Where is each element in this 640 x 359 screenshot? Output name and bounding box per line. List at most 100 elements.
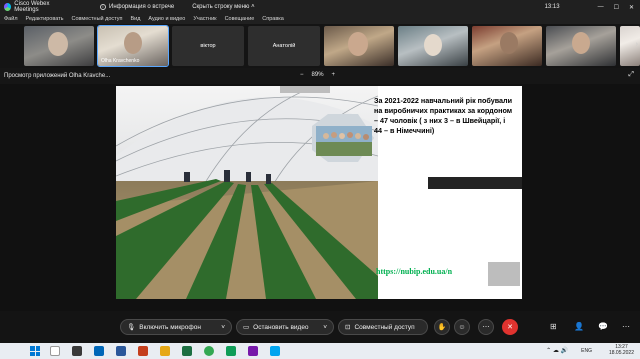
search-icon[interactable] [50, 346, 60, 356]
menu-file[interactable]: Файл [4, 16, 18, 22]
participant-tile[interactable]: віктор [172, 26, 244, 66]
presentation-slide: За 2021-2022 навчальний рік побували на … [116, 86, 522, 299]
menu-audio-video[interactable]: Аудио и видео [148, 16, 185, 22]
participant-strip: Olha Kravchenko віктор Анатолій › [0, 24, 640, 68]
window-controls: — ☐ ✕ [598, 4, 634, 11]
menu-help[interactable]: Справка [262, 16, 284, 22]
participant-name: Olha Kravchenko [101, 58, 140, 64]
more-options-button[interactable]: ⋯ [478, 319, 494, 335]
edge-icon[interactable] [94, 346, 104, 356]
close-icon[interactable]: ✕ [629, 4, 634, 11]
menu-view[interactable]: Вид [130, 16, 140, 22]
language-indicator[interactable]: ENG [581, 348, 592, 354]
participant-name: віктор [200, 43, 216, 49]
chevron-down-icon: ˅ [221, 323, 225, 331]
system-clock[interactable]: 13:27 18.05.2022 [609, 344, 634, 356]
hand-icon: ✋ [437, 324, 447, 331]
group-photo [316, 126, 372, 156]
webex-logo-icon [4, 3, 12, 11]
shared-content-area: За 2021-2022 навчальний рік побували на … [0, 84, 640, 311]
chat-icon[interactable]: 💬 [598, 322, 608, 331]
meeting-clock: 13:13 [544, 4, 560, 10]
fullscreen-icon[interactable]: ⤢ [628, 71, 634, 79]
info-icon: i [100, 4, 106, 10]
share-view-bar: Просмотр приложений Olha Kravche... − 89… [0, 68, 640, 84]
participant-video[interactable]: Olha Kravchenko [97, 25, 169, 67]
maximize-icon[interactable]: ☐ [614, 4, 619, 11]
menu-edit[interactable]: Редактировать [26, 16, 64, 22]
app-icon[interactable] [226, 346, 236, 356]
avatar [500, 32, 518, 54]
emoji-icon: ☺ [458, 323, 466, 331]
hide-menu-button[interactable]: Скрыть строку меню ˄ [192, 4, 254, 10]
menu-share[interactable]: Совместный доступ [72, 16, 123, 22]
clock-date: 18.05.2022 [608, 350, 634, 356]
word-icon[interactable] [116, 346, 126, 356]
chevron-down-icon: ˅ [323, 323, 327, 331]
video-button-label: Остановить видео [253, 323, 309, 331]
meeting-info-button[interactable]: i Информация о встрече [100, 4, 174, 10]
slide-link[interactable]: https://nubip.edu.ua/n [376, 267, 452, 276]
leave-meeting-button[interactable]: ✕ [502, 319, 518, 335]
more-panels-icon[interactable]: ⋯ [622, 322, 630, 331]
participants-icon[interactable]: 👤 [574, 322, 584, 331]
more-icon: ⋯ [482, 324, 490, 331]
greenhouse-photo [116, 86, 378, 299]
zoom-out-button[interactable]: − [300, 72, 304, 78]
close-icon: ✕ [507, 324, 513, 331]
title-bar: Cisco Webex Meetings i Информация о встр… [0, 0, 640, 14]
participant-name: Анатолій [272, 43, 296, 49]
windows-start-icon[interactable] [30, 346, 40, 356]
redacted-bar [428, 177, 522, 189]
video-button[interactable]: ▭ Остановить видео ˅ [236, 319, 334, 335]
raise-hand-button[interactable]: ✋ [434, 319, 450, 335]
task-view-icon[interactable] [72, 346, 82, 356]
share-icon: ⊡ [345, 324, 351, 331]
app-title: Cisco Webex Meetings [0, 1, 70, 13]
app-name: Cisco Webex Meetings [14, 1, 50, 13]
avatar [348, 32, 368, 56]
meeting-info-label: Информация о встрече [109, 4, 175, 10]
hide-menu-label: Скрыть строку меню [192, 4, 250, 10]
share-button-label: Совместный доступ [354, 323, 415, 331]
os-taskbar: ⌃ ☁ 🔊 ENG 13:27 18.05.2022 [0, 343, 640, 359]
share-view-label: Просмотр приложений Olha Kravche... [4, 73, 111, 79]
apps-icon[interactable]: ⊞ [550, 322, 557, 331]
powerpoint-icon[interactable] [138, 346, 148, 356]
participant-video[interactable] [472, 26, 542, 66]
strip-next-icon[interactable]: › [636, 41, 638, 48]
avatar [424, 34, 442, 56]
camera-icon: ▭ [243, 324, 250, 331]
avatar [48, 32, 68, 56]
participant-video[interactable] [398, 26, 468, 66]
zoom-controls: − 89% + [300, 72, 335, 78]
share-button[interactable]: ⊡ Совместный доступ [338, 319, 428, 335]
webex-taskbar-icon[interactable] [270, 346, 280, 356]
menu-bar: Файл Редактировать Совместный доступ Вид… [0, 14, 640, 24]
avatar [124, 32, 142, 54]
participant-video[interactable] [324, 26, 394, 66]
file-explorer-icon[interactable] [160, 346, 170, 356]
participant-video[interactable] [546, 26, 616, 66]
participant-tile[interactable]: Анатолій [248, 26, 320, 66]
menu-meeting[interactable]: Совещание [225, 16, 255, 22]
redacted-block [488, 262, 520, 286]
excel-icon[interactable] [182, 346, 192, 356]
mute-button[interactable]: 🎙 Включить микрофон ˅ [120, 319, 232, 335]
chrome-icon[interactable] [204, 346, 214, 356]
meeting-controls: 🎙 Включить микрофон ˅ ▭ Остановить видео… [0, 311, 640, 343]
zoom-level[interactable]: 89% [312, 72, 324, 78]
redacted-bar [280, 86, 330, 93]
avatar [572, 32, 590, 54]
slide-caption: За 2021-2022 навчальний рік побували на … [374, 96, 513, 135]
app-icon[interactable] [248, 346, 258, 356]
reactions-button[interactable]: ☺ [454, 319, 470, 335]
zoom-in-button[interactable]: + [332, 72, 336, 78]
microphone-muted-icon: 🎙 [127, 324, 136, 331]
participant-video[interactable] [24, 26, 94, 66]
minimize-icon[interactable]: — [598, 4, 604, 11]
menu-participant[interactable]: Участник [193, 16, 216, 22]
tray-icons: ⌃ ☁ 🔊 [546, 348, 568, 354]
chevron-up-icon: ˄ [251, 4, 255, 10]
mute-button-label: Включить микрофон [139, 323, 201, 331]
